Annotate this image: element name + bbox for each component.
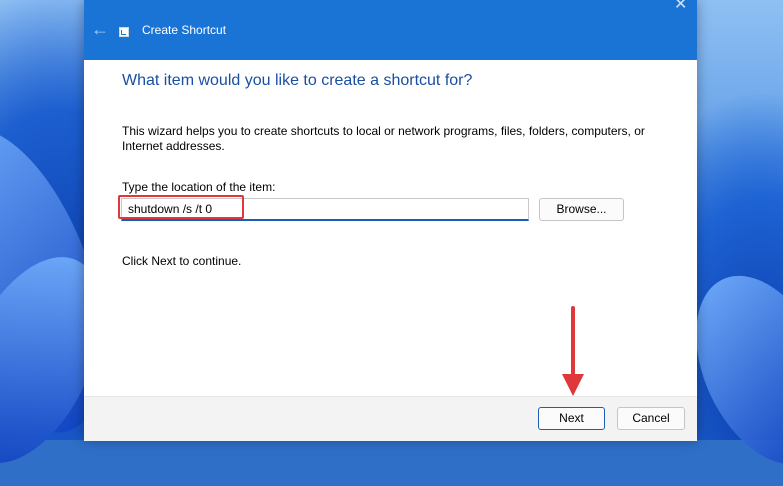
continue-instruction: Click Next to continue.	[122, 254, 242, 268]
dialog-footer: Next Cancel	[84, 396, 697, 441]
shortcut-icon	[119, 27, 129, 37]
red-arrow-down-icon	[571, 306, 575, 378]
create-shortcut-dialog: ← Create Shortcut ✕ What item would you …	[84, 0, 697, 441]
red-arrow-head-icon	[562, 374, 584, 396]
window-title: Create Shortcut	[142, 23, 227, 37]
wizard-description: This wizard helps you to create shortcut…	[122, 124, 645, 153]
location-input[interactable]	[121, 198, 529, 221]
page-title: What item would you like to create a sho…	[122, 72, 473, 89]
arrow-left-icon[interactable]: ←	[90, 19, 110, 39]
location-label: Type the location of the item:	[122, 180, 276, 194]
title-bar: ← Create Shortcut ✕	[84, 0, 697, 60]
browse-button[interactable]: Browse...	[539, 198, 624, 221]
next-button[interactable]: Next	[538, 407, 605, 430]
cancel-button[interactable]: Cancel	[617, 407, 685, 430]
close-icon[interactable]: ✕	[674, 0, 687, 14]
